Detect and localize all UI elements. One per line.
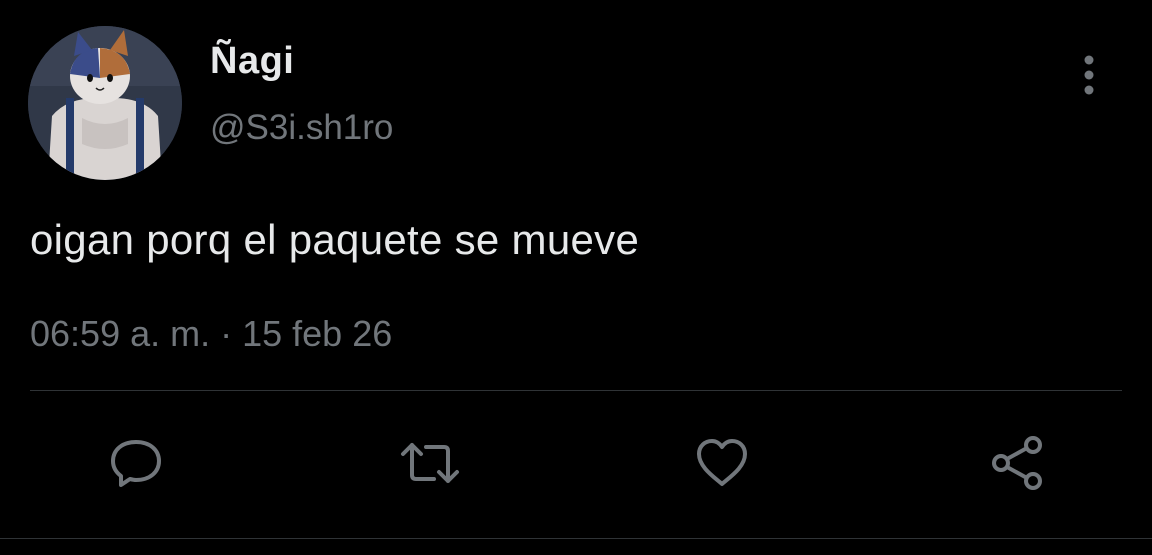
share-button[interactable]: [982, 428, 1052, 498]
share-icon: [992, 436, 1042, 490]
tweet: Ñagi @S3i.sh1ro oigan porq el paquete se…: [0, 0, 1152, 555]
action-bar: [0, 428, 1152, 498]
display-name[interactable]: Ñagi: [210, 40, 294, 83]
more-options-button[interactable]: [1070, 52, 1108, 100]
retweet-icon: [401, 443, 459, 483]
cat-avatar-icon: [28, 26, 182, 180]
tweet-timestamp[interactable]: 06:59 a. m. · 15 feb 26: [30, 313, 392, 355]
vertical-dots-icon: [1084, 55, 1094, 95]
avatar[interactable]: [28, 26, 182, 180]
tweet-text: oigan porq el paquete se mueve: [30, 216, 640, 263]
heart-icon: [697, 439, 747, 486]
speech-bubble-icon: [111, 440, 161, 487]
reply-button[interactable]: [101, 428, 171, 498]
bottom-divider: [0, 538, 1152, 539]
retweet-button[interactable]: [395, 428, 465, 498]
user-handle[interactable]: @S3i.sh1ro: [210, 108, 393, 148]
divider: [30, 390, 1122, 391]
like-button[interactable]: [687, 428, 757, 498]
